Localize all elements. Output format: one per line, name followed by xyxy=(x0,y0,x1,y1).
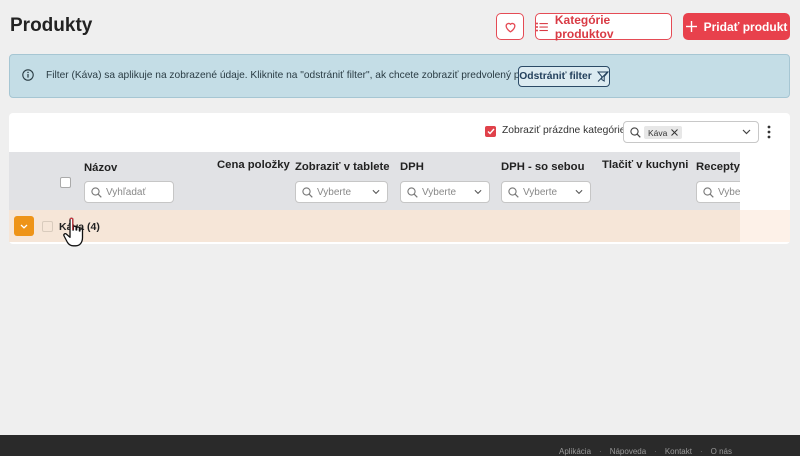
column-show-tablet-header[interactable]: Zobraziť v tablete xyxy=(295,161,390,173)
footer-links: Aplikácia · Nápoveda · Kontakt · O nás xyxy=(559,447,732,456)
expand-row-button[interactable] xyxy=(14,216,34,236)
search-icon xyxy=(91,187,102,198)
page-header: Produkty Kategórie produktov Pridať prod… xyxy=(0,0,800,52)
search-icon xyxy=(302,187,313,198)
page-footer: Aplikácia · Nápoveda · Kontakt · O nás xyxy=(0,435,800,456)
show-tablet-select[interactable]: Vyberte xyxy=(295,181,388,203)
footer-separator: · xyxy=(699,447,703,456)
chevron-down-icon xyxy=(575,189,583,195)
show-empty-categories-label: Zobraziť prázdne kategórie xyxy=(502,125,626,136)
column-print-kitchen-header[interactable]: Tlačiť v kuchyni xyxy=(602,159,688,171)
column-vat-header[interactable]: DPH xyxy=(400,161,424,173)
filter-info-banner: Filter (Káva) sa aplikuje na zobrazené ú… xyxy=(9,54,790,98)
vat-placeholder: Vyberte xyxy=(422,187,457,198)
footer-link-about[interactable]: O nás xyxy=(711,447,732,456)
recipes-placeholder: Vybe xyxy=(718,187,741,198)
vat-takeaway-select[interactable]: Vyberte xyxy=(501,181,591,203)
table-row-scroll-gap xyxy=(740,210,790,242)
products-table-panel: Zobraziť prázdne kategórie Káva Názov Ce… xyxy=(9,113,790,244)
footer-link-contact[interactable]: Kontakt xyxy=(665,447,692,456)
plus-icon xyxy=(685,21,697,32)
search-icon xyxy=(407,187,418,198)
select-all-checkbox[interactable] xyxy=(60,177,71,188)
add-product-button[interactable]: Pridať produkt xyxy=(683,13,790,40)
heart-icon xyxy=(505,22,515,33)
product-categories-button[interactable]: Kategórie produktov xyxy=(535,12,672,41)
filter-chip: Káva xyxy=(644,126,683,139)
column-price-header[interactable]: Cena položky xyxy=(217,159,290,171)
search-icon xyxy=(508,187,519,198)
banner-message: Filter (Káva) sa aplikuje na zobrazené ú… xyxy=(46,70,549,81)
recipes-select[interactable]: Vybe xyxy=(696,181,740,203)
row-checkbox[interactable] xyxy=(42,221,53,232)
search-icon xyxy=(703,187,714,198)
search-icon xyxy=(630,127,641,138)
check-icon xyxy=(487,128,495,135)
favorite-button[interactable] xyxy=(496,13,524,40)
hand-cursor-icon xyxy=(63,217,84,247)
remove-filter-label: Odstrániť filter xyxy=(519,71,592,82)
add-product-label: Pridať produkt xyxy=(703,19,788,34)
category-filter-select[interactable]: Káva xyxy=(623,121,759,143)
more-options-icon[interactable] xyxy=(767,125,771,139)
chevron-down-icon xyxy=(372,189,380,195)
column-name-header[interactable]: Názov xyxy=(84,162,117,174)
footer-link-help[interactable]: Nápoveda xyxy=(610,447,646,456)
remove-filter-button[interactable]: Odstrániť filter xyxy=(518,66,610,87)
column-recipes-header[interactable]: Recepty xyxy=(696,161,740,173)
vat-select[interactable]: Vyberte xyxy=(400,181,490,203)
footer-separator: · xyxy=(654,447,657,456)
filter-chip-label: Káva xyxy=(648,127,668,138)
table-row[interactable]: Káva (4) xyxy=(9,210,790,242)
list-icon xyxy=(536,22,548,31)
column-vat-takeaway-header[interactable]: DPH - so sebou xyxy=(501,161,584,173)
info-icon xyxy=(22,69,34,81)
chevron-down-icon xyxy=(474,189,482,195)
footer-separator: · xyxy=(599,447,602,456)
page-title: Produkty xyxy=(10,15,93,36)
chevron-down-icon xyxy=(20,224,28,229)
footer-link-app[interactable]: Aplikácia xyxy=(559,447,591,456)
show-empty-categories-checkbox[interactable] xyxy=(485,126,496,137)
chevron-down-icon xyxy=(742,129,751,135)
name-search-input[interactable]: Vyhľadať xyxy=(84,181,174,203)
filter-off-icon xyxy=(596,71,609,82)
name-search-placeholder: Vyhľadať xyxy=(106,187,147,198)
product-categories-label: Kategórie produktov xyxy=(554,12,614,41)
close-icon[interactable] xyxy=(671,129,679,136)
table-header: Názov Cena položky Zobraziť v tablete DP… xyxy=(9,152,790,210)
table-header-scroll-gap xyxy=(740,152,790,210)
vat-takeaway-placeholder: Vyberte xyxy=(523,187,558,198)
show-tablet-placeholder: Vyberte xyxy=(317,187,352,198)
